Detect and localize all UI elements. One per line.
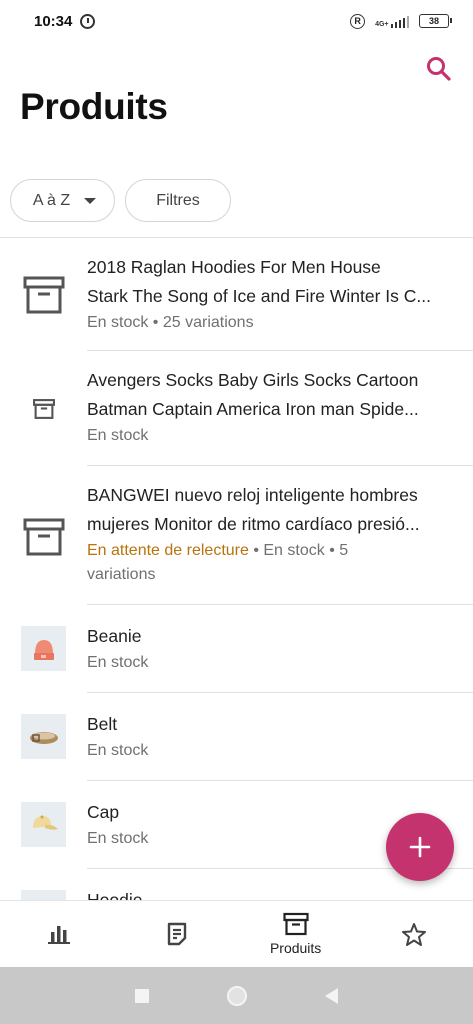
product-thumbnail [21,626,66,671]
status-bar: 10:34 R 4G+ 38 [0,0,473,42]
system-navigation [0,967,473,1024]
stock-status: • En stock • 5 [248,542,349,559]
product-meta: En stock [87,427,149,444]
network-indicator: 4G+ [375,15,409,28]
product-name: Batman Captain America Iron man Spide... [87,399,419,419]
product-name: Hoodie [87,890,143,900]
sort-label: A à Z [32,191,71,209]
review-status: En attente de relecture [87,542,249,559]
product-name: Belt [87,714,118,734]
product-info: BANGWEI nuevo reloj inteligente hombres … [87,481,455,587]
product-row[interactable]: 2018 Raglan Hoodies For Men House Stark … [0,238,473,351]
product-meta: En attente de relecture • En stock • 5 [87,539,455,563]
product-name: Beanie [87,626,142,646]
nav-item-dashboard[interactable] [0,901,118,967]
bar-chart-icon [48,926,71,944]
orders-icon [168,922,187,946]
filter-label: Filtres [156,191,200,209]
star-icon [401,923,426,946]
status-icons: R 4G+ 38 [350,13,452,29]
back-button[interactable] [325,987,338,1004]
product-meta: En stock [87,654,149,671]
product-meta: variations [87,566,156,583]
sort-chip[interactable]: A à Z [10,179,115,222]
nav-label-products: Produits [269,940,322,956]
alarm-icon [80,13,96,29]
add-product-button[interactable] [386,813,454,881]
signal-icon [390,15,409,28]
home-button[interactable] [227,985,247,1006]
product-info: Avengers Socks Baby Girls Socks Cartoon … [87,366,455,448]
product-name: Stark The Song of Ice and Fire Winter Is… [87,286,431,306]
product-thumbnail [21,514,66,559]
product-name: 2018 Raglan Hoodies For Men House [87,257,381,277]
bottom-navigation: Produits [0,900,473,967]
product-row[interactable]: BANGWEI nuevo reloj inteligente hombres … [0,466,473,605]
product-thumbnail [21,714,66,759]
archive-icon [32,398,55,419]
product-info: Hoodie [87,886,455,900]
recents-button[interactable] [135,988,149,1003]
beanie-icon [33,639,54,660]
network-label: 4G+ [375,20,389,28]
product-thumbnail [21,272,66,317]
cap-icon [32,815,58,830]
status-time: 10:34 [34,12,73,30]
product-row[interactable]: Avengers Socks Baby Girls Socks Cartoon … [0,351,473,466]
filter-chip[interactable]: Filtres [125,179,231,222]
product-info: Belt En stock [87,710,455,763]
product-info: 2018 Raglan Hoodies For Men House Stark … [87,253,455,335]
nav-item-orders[interactable] [118,901,236,967]
product-name: BANGWEI nuevo reloj inteligente hombres [87,485,418,505]
product-row[interactable]: Belt En stock [0,693,473,781]
product-row[interactable]: Beanie En stock [0,605,473,693]
page-title: Produits [20,86,168,127]
nav-item-products[interactable]: Produits [237,901,355,967]
product-thumbnail [21,386,66,431]
nav-item-reviews[interactable] [355,901,473,967]
dropdown-icon [84,197,97,204]
filter-chips: A à Z Filtres [10,179,231,222]
battery-icon: 38 [419,14,452,28]
archive-icon [23,276,64,313]
product-thumbnail [21,802,66,847]
search-icon [427,57,451,81]
product-name: mujeres Monitor de ritmo cardíaco presió… [87,514,420,534]
product-name: Avengers Socks Baby Girls Socks Cartoon [87,370,419,390]
archive-icon [283,912,309,936]
registered-icon: R [350,13,366,29]
plus-icon [409,836,431,858]
product-info: Beanie En stock [87,622,455,675]
product-list[interactable]: 2018 Raglan Hoodies For Men House Stark … [0,238,473,900]
product-thumbnail [21,890,66,900]
search-button[interactable] [424,54,454,84]
archive-icon [23,518,64,555]
product-meta: En stock • 25 variations [87,314,254,331]
product-meta: En stock [87,742,149,759]
belt-icon [29,731,58,744]
